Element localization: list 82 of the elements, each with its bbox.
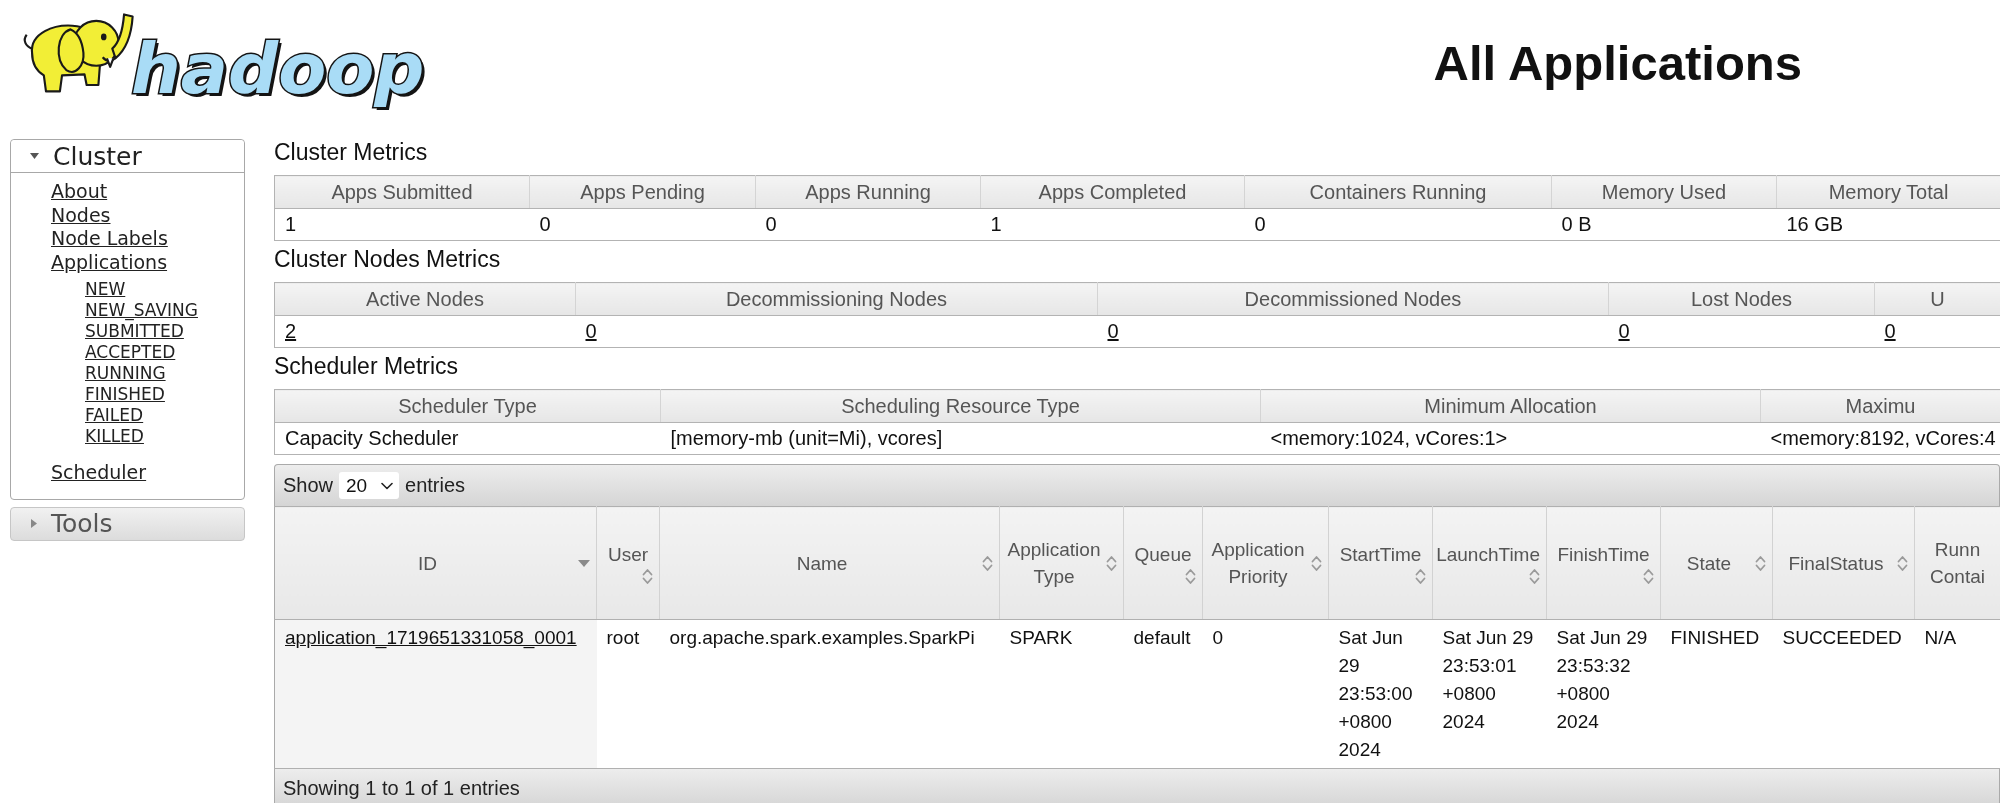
- column-header[interactable]: Application Priority: [1202, 506, 1329, 620]
- table-cell: Sat Jun 29 23:53:32 +0800 2024: [1546, 619, 1661, 769]
- cell-link[interactable]: 0: [1618, 320, 1630, 342]
- table-cell: Sat Jun 29 23:53:01 +0800 2024: [1432, 619, 1547, 769]
- table-cell: SUCCEEDED: [1772, 619, 1915, 769]
- column-header[interactable]: LaunchTime: [1432, 506, 1547, 620]
- caret-right-icon: [31, 519, 37, 528]
- table-cell: [memory-mb (unit=Mi), vcores]: [660, 422, 1261, 455]
- column-header: Apps Running: [755, 175, 981, 209]
- sidebar-sublink[interactable]: KILLED: [85, 426, 144, 447]
- sidebar-section-header[interactable]: Cluster: [11, 140, 244, 173]
- column-header: Apps Pending: [529, 175, 756, 209]
- caret-down-icon: [30, 153, 39, 159]
- table-cell: FINISHED: [1660, 619, 1773, 769]
- page-title: All Applications: [1433, 36, 1802, 90]
- show-label: Show: [283, 474, 334, 497]
- sidebar-sublink[interactable]: NEW_SAVING: [85, 300, 198, 321]
- table-cell: SPARK: [999, 619, 1124, 769]
- column-header: Scheduling Resource Type: [660, 389, 1261, 423]
- column-header: U: [1874, 282, 2000, 316]
- column-header[interactable]: Name: [659, 506, 1000, 620]
- table-cell: Sat Jun 29 23:53:00 +0800 2024: [1328, 619, 1433, 769]
- section-heading: Scheduler Metrics: [274, 352, 459, 381]
- column-header[interactable]: User: [596, 506, 660, 620]
- table-cell: 0: [1202, 619, 1329, 769]
- table-cell: org.apache.spark.examples.SparkPi: [659, 619, 1000, 769]
- sidebar-link[interactable]: Applications: [51, 250, 168, 274]
- sidebar-link[interactable]: Nodes: [51, 203, 111, 227]
- section-heading: Cluster Nodes Metrics: [274, 245, 501, 274]
- cell-link[interactable]: 0: [585, 320, 597, 342]
- column-header[interactable]: State: [1660, 506, 1773, 620]
- table-cell: 0: [755, 208, 981, 241]
- sidebar-link[interactable]: Scheduler: [51, 461, 147, 485]
- table-cell: 1: [274, 208, 530, 241]
- column-header[interactable]: FinalStatus: [1772, 506, 1915, 620]
- column-header: Lost Nodes: [1608, 282, 1875, 316]
- sidebar-section-header[interactable]: Tools: [10, 506, 245, 541]
- column-header[interactable]: Runn Contai: [1914, 506, 2000, 620]
- table-cell: 1: [980, 208, 1245, 241]
- column-header: Memory Total: [1776, 175, 2000, 209]
- table-cell: default: [1123, 619, 1203, 769]
- table-cell: 0: [1244, 208, 1552, 241]
- sidebar-sublink[interactable]: ACCEPTED: [85, 342, 176, 363]
- column-header[interactable]: StartTime: [1328, 506, 1433, 620]
- column-header: Memory Used: [1551, 175, 1777, 209]
- entries-label: entries: [405, 474, 466, 497]
- sidebar-sublink[interactable]: FAILED: [85, 405, 144, 426]
- sidebar-link[interactable]: About: [51, 180, 108, 204]
- table-cell: 16 GB: [1776, 208, 2000, 241]
- application-link[interactable]: application_1719651331058_0001: [285, 627, 577, 648]
- sidebar-sublink[interactable]: FINISHED: [85, 384, 165, 405]
- cell-link[interactable]: 2: [285, 320, 297, 342]
- column-header: Decommissioning Nodes: [575, 282, 1098, 316]
- column-header: Maximu: [1760, 389, 2000, 423]
- column-header: Scheduler Type: [274, 389, 661, 423]
- table-cell: 0: [529, 208, 756, 241]
- column-header[interactable]: ID: [274, 506, 597, 620]
- column-header: Containers Running: [1244, 175, 1552, 209]
- sidebar-sublink[interactable]: NEW: [85, 279, 126, 300]
- entries-select[interactable]: 20: [339, 472, 400, 499]
- section-heading: Cluster Metrics: [274, 138, 428, 167]
- cell-link[interactable]: 0: [1107, 320, 1119, 342]
- sidebar-link[interactable]: Node Labels: [51, 227, 168, 251]
- column-header: Apps Completed: [980, 175, 1245, 209]
- cell-link[interactable]: 0: [1884, 320, 1896, 342]
- table-cell: 0 B: [1551, 208, 1777, 241]
- chevron-down-icon: [381, 481, 394, 490]
- table-cell: <memory:1024, vCores:1>: [1260, 422, 1761, 455]
- column-header: Active Nodes: [274, 282, 576, 316]
- column-header: Decommissioned Nodes: [1097, 282, 1609, 316]
- column-header[interactable]: FinishTime: [1546, 506, 1661, 620]
- column-header: Apps Submitted: [274, 175, 530, 209]
- table-cell: root: [596, 619, 660, 769]
- table-info: Showing 1 to 1 of 1 entries: [283, 777, 520, 800]
- sidebar-sublink[interactable]: SUBMITTED: [85, 321, 184, 342]
- column-header: Minimum Allocation: [1260, 389, 1761, 423]
- table-cell: Capacity Scheduler: [274, 422, 661, 455]
- table-cell: N/A: [1914, 619, 2000, 769]
- table-cell: <memory:8192, vCores:4: [1760, 422, 2000, 455]
- sidebar-sublink[interactable]: RUNNING: [85, 363, 166, 384]
- column-header[interactable]: Application Type: [999, 506, 1124, 620]
- column-header[interactable]: Queue: [1123, 506, 1203, 620]
